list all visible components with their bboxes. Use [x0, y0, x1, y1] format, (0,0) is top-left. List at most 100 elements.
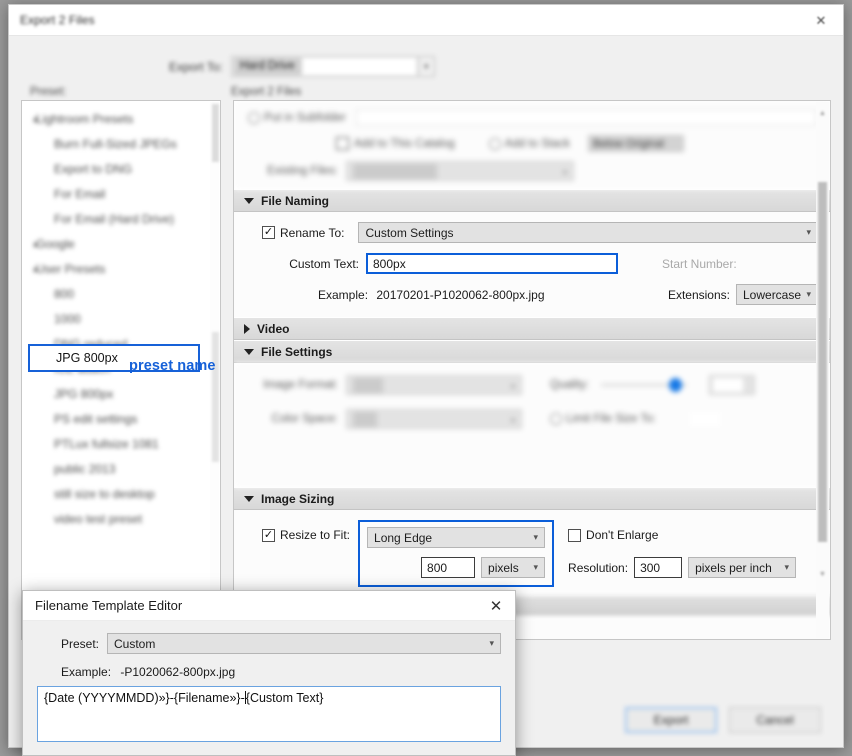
preset-item-jpg-800px-underlay[interactable]: JPG 800px	[22, 382, 220, 407]
resize-mode-select[interactable]: Long Edge ▾	[367, 527, 546, 548]
template-example-label: Example:	[61, 665, 112, 679]
preset-item-google[interactable]: Google	[22, 232, 220, 257]
settings-scrollbar[interactable]: ▲ ▼	[816, 102, 829, 638]
rename-to-value: Custom Settings	[365, 225, 454, 240]
image-sizing-right: ✓ Don't Enlarge Resolution: 300 p	[568, 520, 797, 578]
section-header-image-sizing[interactable]: Image Sizing	[234, 487, 830, 510]
filename-template-editor-title: Filename Template Editor	[35, 598, 183, 613]
section-header-video[interactable]: Video	[234, 317, 830, 340]
put-in-subfolder-checkbox[interactable]	[248, 111, 260, 124]
template-tokens-textarea[interactable]: {Date (YYYYMMDD)»}-{Filename»}-{Custom T…	[37, 686, 501, 742]
preset-item-1000[interactable]: 1000	[22, 307, 220, 332]
color-space-row: Color Space: ▾ Limit File Size To:	[248, 409, 816, 429]
scroll-up-arrow-icon[interactable]: ▲	[819, 110, 826, 117]
slider-handle[interactable]	[669, 378, 682, 392]
example-label: Example:	[318, 287, 369, 302]
put-in-subfolder-label: Put in Subfolder	[264, 111, 346, 124]
custom-text-row: Custom Text: 800px Start Number:	[246, 253, 818, 274]
section-title-file-naming: File Naming	[261, 193, 330, 208]
rename-to-checkbox[interactable]: ✓	[262, 226, 275, 239]
rename-to-select[interactable]: Custom Settings ▾	[358, 222, 818, 243]
image-format-value-shade	[353, 378, 383, 393]
quality-slider[interactable]	[601, 378, 687, 392]
stack-position-select[interactable]: Below Original	[588, 135, 685, 152]
scrollbar-thumb[interactable]	[212, 104, 219, 162]
cancel-button[interactable]: Cancel	[729, 707, 821, 733]
quality-label: Quality:	[550, 379, 589, 391]
filename-template-editor-titlebar: Filename Template Editor ✕	[23, 591, 515, 621]
start-number-label: Start Number:	[662, 256, 737, 271]
preset-item-lightroom-presets[interactable]: Lightroom Presets	[22, 107, 220, 132]
preset-caption: Preset:	[30, 86, 67, 98]
color-space-select[interactable]: ▾	[346, 409, 522, 429]
preset-item-video-test-preset[interactable]: video test preset	[22, 507, 220, 532]
chevron-down-icon: ▾	[784, 562, 790, 572]
quality-value-field	[713, 378, 743, 392]
close-icon[interactable]: ✕	[799, 5, 843, 36]
add-to-catalog-checkbox[interactable]: ✓	[336, 137, 349, 150]
size-row: 800 pixels ▾	[367, 557, 546, 578]
size-value: 800	[427, 560, 448, 575]
custom-text-input[interactable]: 800px	[366, 253, 618, 274]
panel-captions: Preset: Export 2 Files	[21, 86, 831, 98]
preset-item-ps-edit-settings[interactable]: PS edit settings	[22, 407, 220, 432]
preset-item-user-presets[interactable]: User Presets	[22, 257, 220, 282]
template-preset-select[interactable]: Custom ▾	[107, 633, 501, 654]
extensions-value: Lowercase	[743, 287, 801, 302]
chevron-down-icon: ▾	[562, 168, 567, 177]
export-to-value: Hard Drive	[233, 58, 301, 75]
add-to-catalog-label: Add to This Catalog	[354, 137, 455, 150]
preset-item-export-to-dng[interactable]: Export to DNG	[22, 157, 220, 182]
preset-item-burn-full-sized-jpegs[interactable]: Burn Full-Sized JPEGs	[22, 132, 220, 157]
preset-list: Lightroom Presets Burn Full-Sized JPEGs …	[22, 101, 220, 532]
preset-item-for-email[interactable]: For Email	[22, 182, 220, 207]
dont-enlarge-checkbox[interactable]: ✓	[568, 528, 582, 542]
preset-item-still-size-to-desktop[interactable]: still size to desktop	[22, 482, 220, 507]
section-header-file-naming[interactable]: File Naming	[234, 189, 830, 212]
file-naming-body: ✓ Rename To: Custom Settings ▾ Custom Te…	[234, 212, 830, 317]
extensions-select[interactable]: Lowercase ▾	[736, 284, 818, 305]
size-unit-select[interactable]: pixels ▾	[481, 557, 546, 578]
preset-item-800[interactable]: 800	[22, 282, 220, 307]
subfolder-name-input[interactable]	[355, 109, 816, 126]
scroll-down-arrow-icon[interactable]: ▼	[819, 571, 826, 578]
template-text-before-caret: {Date (YYYYMMDD)»}-{Filename»}-	[44, 691, 245, 705]
resolution-label: Resolution:	[568, 560, 629, 575]
resolution-unit-select[interactable]: pixels per inch ▾	[688, 557, 797, 578]
quality-value-input[interactable]	[709, 375, 755, 395]
resize-to-fit-checkbox[interactable]: ✓	[262, 528, 275, 542]
add-to-stack-checkbox[interactable]	[488, 137, 501, 150]
existing-files-select[interactable]: ▾	[346, 161, 574, 181]
resize-to-fit-label: Resize to Fit:	[280, 528, 351, 542]
add-to-stack-label: Add to Stack	[504, 137, 571, 150]
preset-item-public-2013[interactable]: public 2013	[22, 457, 220, 482]
section-header-file-settings[interactable]: File Settings	[234, 340, 830, 363]
example-row: Example: 20170201-P1020062-800px.jpg Ext…	[246, 284, 818, 305]
chevron-down-icon: ▾	[510, 416, 515, 425]
export-to-select[interactable]: Hard Drive	[230, 56, 419, 77]
rename-to-row: ✓ Rename To: Custom Settings ▾	[246, 222, 818, 243]
filename-template-editor-body: Preset: Custom ▾ Example: -P1020062-800p…	[23, 621, 515, 742]
color-space-value-shade	[353, 412, 377, 427]
custom-text-value: 800px	[373, 256, 406, 271]
resolution-unit-value: pixels per inch	[695, 560, 772, 575]
color-space-label: Color Space:	[271, 413, 338, 425]
image-format-select[interactable]: ▾	[346, 375, 522, 395]
limit-file-size-checkbox[interactable]	[550, 413, 562, 425]
chevron-down-icon[interactable]: ▾	[418, 56, 435, 77]
image-format-row: Image Format: ▾ Quality:	[248, 375, 816, 395]
example-value: 20170201-P1020062-800px.jpg	[376, 287, 545, 302]
scrollbar-thumb[interactable]	[818, 182, 827, 542]
size-input[interactable]: 800	[421, 557, 476, 578]
template-preset-row: Preset: Custom ▾	[37, 633, 501, 654]
template-text-after-caret: {Custom Text}	[245, 691, 324, 705]
preset-item-ptlux-fullsize-1081[interactable]: PTLux fullsize 1081	[22, 432, 220, 457]
preset-item-for-email-hard-drive[interactable]: For Email (Hard Drive)	[22, 207, 220, 232]
dont-enlarge-label: Don't Enlarge	[586, 528, 659, 542]
export-files-caption: Export 2 Files	[231, 86, 302, 98]
export-button[interactable]: Export	[625, 707, 717, 733]
close-icon[interactable]: ✕	[485, 595, 507, 617]
limit-file-size-input[interactable]	[676, 409, 722, 429]
chevron-down-icon: ▾	[533, 562, 539, 572]
resolution-input[interactable]: 300	[634, 557, 683, 578]
